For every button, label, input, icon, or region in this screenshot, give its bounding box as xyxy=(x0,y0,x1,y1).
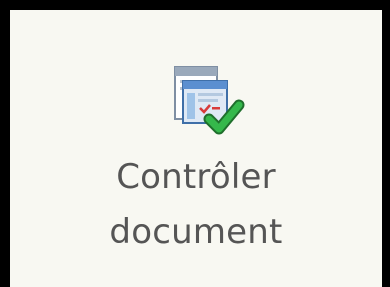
screenshot-frame: Contrôler document xyxy=(0,0,390,287)
check-document-button[interactable]: Contrôler document xyxy=(10,10,382,287)
button-label-line1: Contrôler xyxy=(116,157,276,197)
button-label-line2: document xyxy=(109,212,283,252)
document-check-icon xyxy=(169,63,245,139)
